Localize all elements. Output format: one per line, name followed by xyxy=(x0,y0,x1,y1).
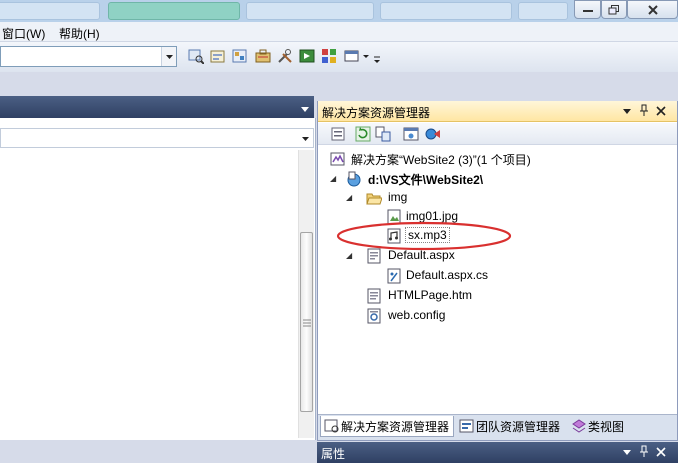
properties-icon[interactable] xyxy=(330,126,346,142)
title-bar xyxy=(0,0,678,22)
taskbar-tab-active[interactable] xyxy=(108,2,240,20)
tree-node-label: HTMLPage.htm xyxy=(388,288,473,302)
editor-tab-well xyxy=(0,96,314,118)
close-button[interactable] xyxy=(627,0,678,19)
tree-node-label: web.config xyxy=(388,308,446,322)
solution-explorer-toolbar xyxy=(318,123,677,145)
pin-icon[interactable] xyxy=(639,445,649,458)
tab-label: 团队资源管理器 xyxy=(476,420,561,434)
tools-icon[interactable] xyxy=(277,48,293,64)
combo-dropdown-button[interactable] xyxy=(299,129,313,147)
close-icon[interactable] xyxy=(656,447,666,457)
taskbar-tab[interactable] xyxy=(246,2,374,20)
tab-dropdown-icon[interactable] xyxy=(300,105,310,113)
tree-node-label: d:\VS文件\WebSite2\ xyxy=(368,173,484,187)
html-file-icon xyxy=(367,288,381,304)
solution-explorer-icon xyxy=(324,419,339,433)
close-icon[interactable] xyxy=(656,106,666,116)
taskbar-tab[interactable] xyxy=(518,2,568,20)
chevron-down-icon xyxy=(166,55,173,59)
config-file-icon xyxy=(367,308,381,324)
toolbar-overflow-icon[interactable] xyxy=(373,48,381,64)
tree-node-solution[interactable]: 解决方案“WebSite2 (3)”(1 个项目) xyxy=(330,150,670,168)
copy-website-icon[interactable] xyxy=(425,126,441,142)
solution-explorer-title: 解决方案资源管理器 xyxy=(322,106,431,120)
editor-pane[interactable] xyxy=(0,118,316,440)
tab-label: 类视图 xyxy=(588,420,625,434)
window-layout-icon[interactable] xyxy=(344,48,360,64)
view-designer-icon[interactable] xyxy=(403,126,419,142)
pin-icon[interactable] xyxy=(639,104,649,117)
website-project-icon xyxy=(347,171,361,187)
tree-node-label: img xyxy=(388,190,408,204)
window-position-icon[interactable] xyxy=(622,108,632,116)
restore-icon xyxy=(608,4,619,14)
grip-icon xyxy=(303,319,311,327)
chevron-down-icon[interactable] xyxy=(361,48,371,64)
toolbox-icon[interactable] xyxy=(255,48,271,64)
collapse-arrow-icon[interactable]: ◢ xyxy=(330,174,336,183)
find-icon[interactable] xyxy=(188,48,204,64)
tree-node-project[interactable]: ◢ d:\VS文件\WebSite2\ xyxy=(330,170,670,188)
object-browser-icon[interactable] xyxy=(232,48,248,64)
menu-window[interactable]: 窗口(W) xyxy=(2,25,45,42)
team-explorer-icon xyxy=(459,419,474,433)
combo-dropdown-button[interactable] xyxy=(161,47,176,66)
tab-team-explorer[interactable]: 团队资源管理器 xyxy=(456,416,564,437)
nest-related-files-icon[interactable] xyxy=(375,126,391,142)
extension-manager-icon[interactable] xyxy=(321,48,337,64)
tree-node-folder-img[interactable]: ◢ img xyxy=(346,189,666,207)
tab-solution-explorer[interactable]: 解决方案资源管理器 xyxy=(320,416,455,437)
editor-member-combo[interactable] xyxy=(0,128,314,148)
scrollbar-thumb[interactable] xyxy=(300,232,313,412)
class-view-icon xyxy=(572,419,586,433)
menu-help[interactable]: 帮助(H) xyxy=(59,25,100,42)
menu-bar: 窗口(W) 帮助(H) xyxy=(0,22,678,42)
highlight-ellipse xyxy=(336,221,512,251)
collapse-arrow-icon[interactable]: ◢ xyxy=(346,251,352,260)
tree-node-label: 解决方案“WebSite2 (3)”(1 个项目) xyxy=(351,153,531,167)
csharp-file-icon xyxy=(387,268,401,284)
taskbar-tab[interactable] xyxy=(380,2,512,20)
collapse-arrow-icon[interactable]: ◢ xyxy=(346,193,352,202)
properties-title: 属性 xyxy=(321,447,346,461)
folder-open-icon xyxy=(366,193,382,205)
minimize-button[interactable] xyxy=(574,0,601,19)
tree-node-file-default-cs[interactable]: Default.aspx.cs xyxy=(386,267,666,285)
solution-icon xyxy=(330,152,345,166)
window-position-icon[interactable] xyxy=(622,449,632,457)
tab-label: 解决方案资源管理器 xyxy=(341,420,450,434)
tree-node-label: Default.aspx.cs xyxy=(406,268,489,282)
tab-class-view[interactable]: 类视图 xyxy=(568,416,628,437)
toolbar xyxy=(0,42,678,72)
tree-node-file-webconfig[interactable]: web.config xyxy=(366,307,666,325)
chevron-down-icon xyxy=(302,137,309,141)
minimize-icon xyxy=(582,9,593,12)
taskbar-tab[interactable] xyxy=(0,2,100,20)
start-page-icon[interactable] xyxy=(299,48,315,64)
restore-button[interactable] xyxy=(601,0,627,19)
toolbar-combo[interactable] xyxy=(0,46,177,67)
tree-node-file-htmlpage[interactable]: HTMLPage.htm xyxy=(366,287,666,305)
refresh-icon[interactable] xyxy=(355,126,371,142)
close-icon xyxy=(647,4,658,15)
properties-icon[interactable] xyxy=(210,48,226,64)
